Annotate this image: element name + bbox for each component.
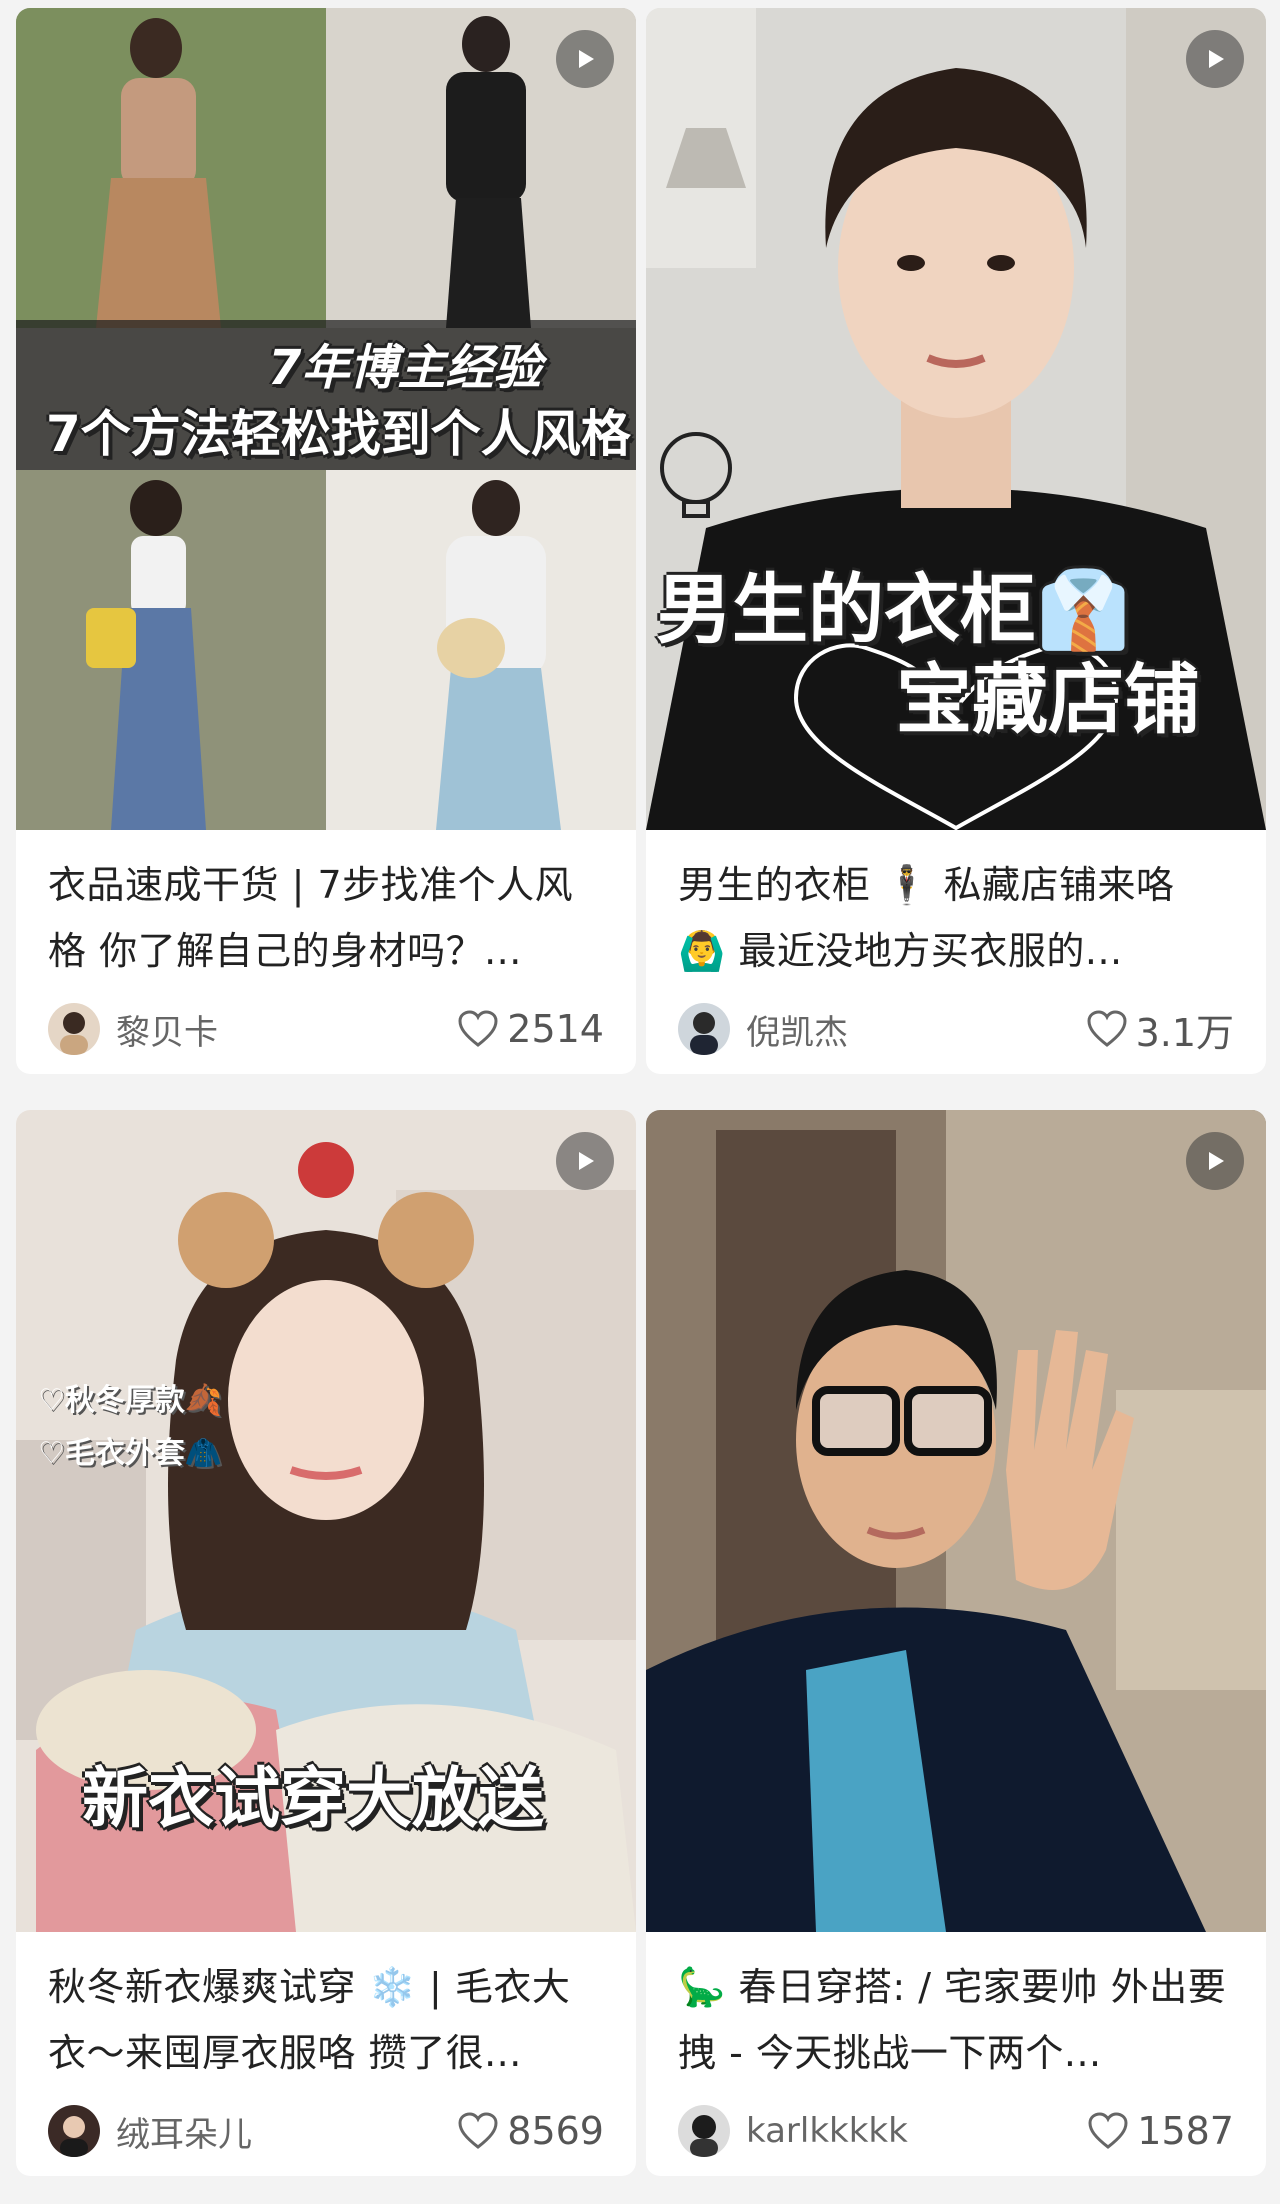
note-card[interactable]: 男生的衣柜👔 宝藏店铺 男生的衣柜 🕴️ 私藏店铺来咯 🙆‍♂️ 最近没地方买衣… [646, 8, 1266, 1074]
cover-tag: ♡毛衣外套🧥 [38, 1436, 223, 1471]
play-icon [1186, 1132, 1244, 1190]
cover-image[interactable] [646, 1110, 1266, 1932]
like-button[interactable]: 3.1万 [1086, 1002, 1234, 1057]
author-name[interactable]: 绒耳朵儿 [116, 2107, 252, 2156]
cover-image[interactable]: ♡秋冬厚款🍂 ♡毛衣外套🧥 新衣试穿大放送 [16, 1110, 636, 1932]
like-button[interactable]: 1587 [1087, 2109, 1234, 2153]
author-name[interactable]: 黎贝卡 [116, 1005, 218, 1054]
author-name[interactable]: 倪凯杰 [746, 1005, 848, 1054]
note-title[interactable]: 衣品速成干货 | 7步找准个人风格 你了解自己的身材吗？... [48, 852, 604, 984]
cover-headline: 新衣试穿大放送 [82, 1760, 544, 1837]
avatar[interactable] [678, 2105, 730, 2157]
note-card[interactable]: 🦕 春日穿搭: / 宅家要帅 外出要拽 - 今天挑战一下两个... karlkk… [646, 1110, 1266, 2176]
author[interactable]: 黎贝卡 [48, 1003, 218, 1055]
cover-tag: ♡秋冬厚款🍂 [38, 1383, 223, 1418]
author[interactable]: karlkkkkk [678, 2105, 908, 2157]
feed-grid: 7年博主经验 7个方法轻松找到个人风格 衣品速成干货 | 7步找准个人风格 你了… [0, 0, 1280, 2204]
cover-subheadline: 7个方法轻松找到个人风格 [46, 405, 631, 463]
heart-outline-icon [1087, 1010, 1127, 1047]
avatar[interactable] [678, 1003, 730, 1055]
play-icon [1186, 30, 1244, 88]
cover-headline: 7年博主经验 [268, 340, 542, 396]
note-title[interactable]: 🦕 春日穿搭: / 宅家要帅 外出要拽 - 今天挑战一下两个... [678, 1954, 1234, 2086]
like-count: 3.1万 [1135, 1010, 1234, 1055]
heart-outline-icon [1088, 2112, 1128, 2149]
note-card[interactable]: ♡秋冬厚款🍂 ♡毛衣外套🧥 新衣试穿大放送 秋冬新衣爆爽试穿 ❄️ | 毛衣大衣… [16, 1110, 636, 2176]
cover-image[interactable]: 男生的衣柜👔 宝藏店铺 [646, 8, 1266, 830]
cover-image[interactable]: 7年博主经验 7个方法轻松找到个人风格 [16, 8, 636, 830]
cover-subheadline: 宝藏店铺 [896, 655, 1200, 744]
note-card[interactable]: 7年博主经验 7个方法轻松找到个人风格 衣品速成干货 | 7步找准个人风格 你了… [16, 8, 636, 1074]
author[interactable]: 绒耳朵儿 [48, 2105, 252, 2157]
note-title[interactable]: 秋冬新衣爆爽试穿 ❄️ | 毛衣大衣～来囤厚衣服咯 攒了很... [48, 1954, 604, 2086]
avatar[interactable] [48, 1003, 100, 1055]
avatar[interactable] [48, 2105, 100, 2157]
play-icon [556, 1132, 614, 1190]
heart-outline-icon [458, 1010, 498, 1047]
like-button[interactable]: 2514 [457, 1007, 604, 1051]
note-title[interactable]: 男生的衣柜 🕴️ 私藏店铺来咯 🙆‍♂️ 最近没地方买衣服的... [678, 852, 1234, 984]
play-icon [556, 30, 614, 88]
like-count: 8569 [507, 2109, 604, 2153]
author[interactable]: 倪凯杰 [678, 1003, 848, 1055]
like-count: 2514 [507, 1007, 604, 1051]
like-count: 1587 [1137, 2109, 1234, 2153]
heart-outline-icon [458, 2112, 498, 2149]
author-name[interactable]: karlkkkkk [746, 2111, 908, 2151]
like-button[interactable]: 8569 [457, 2109, 604, 2153]
